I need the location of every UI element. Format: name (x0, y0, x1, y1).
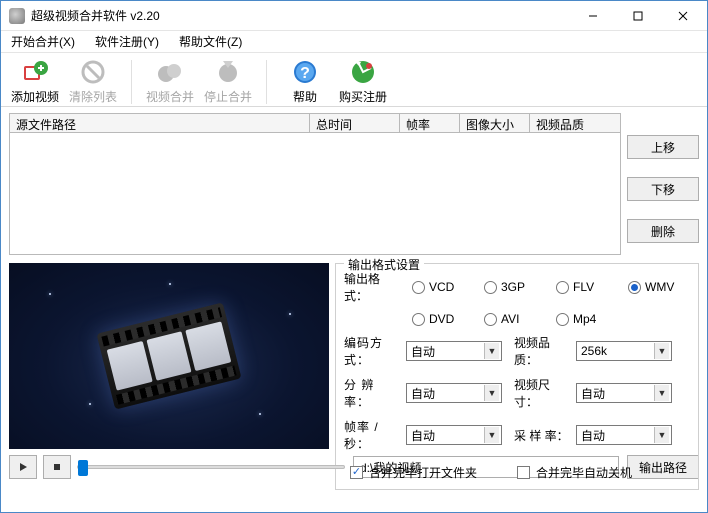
videosize-label: 视频尺寸： (514, 376, 570, 410)
col-duration[interactable]: 总时间 (309, 113, 399, 133)
window-title: 超级视频合并软件 v2.20 (31, 7, 570, 24)
col-image-size[interactable]: 图像大小 (459, 113, 529, 133)
lower-panel: 输出格式设置 输出格式： VCD 3GP FLV WMV DVD AVI Mp4 (1, 259, 707, 451)
buy-register-icon (349, 58, 377, 86)
merge-video-icon (156, 58, 184, 86)
add-video-button[interactable]: 添加视频 (11, 58, 59, 105)
help-icon: ? (291, 58, 319, 86)
fps-label: 帧率 /秒： (344, 418, 400, 452)
menu-register[interactable]: 软件注册(Y) (93, 33, 161, 50)
titlebar: 超级视频合并软件 v2.20 (1, 1, 707, 31)
checkbox-icon (350, 466, 363, 479)
format-row-1: 输出格式： VCD 3GP FLV WMV (344, 270, 690, 304)
window-controls (570, 2, 705, 30)
format-flv[interactable]: FLV (556, 280, 618, 294)
slider-thumb[interactable] (78, 460, 88, 476)
resolution-label: 分 辨 率： (344, 376, 400, 410)
filmstrip-graphic (96, 302, 241, 409)
table-body[interactable] (9, 133, 621, 255)
maximize-button[interactable] (615, 2, 660, 30)
toolbar-separator (131, 60, 132, 104)
toolbar: 添加视频 清除列表 视频合并 停止合并 ? 帮助 (1, 53, 707, 107)
clear-list-button[interactable]: 清除列表 (69, 58, 117, 105)
side-buttons: 上移 下移 删除 (627, 113, 699, 255)
svg-text:?: ? (300, 65, 310, 82)
playback-controls (9, 455, 345, 479)
format-label: 输出格式： (344, 270, 402, 304)
stop-merge-icon (214, 58, 242, 86)
chevron-down-icon: ▼ (654, 343, 669, 359)
chevron-down-icon: ▼ (484, 343, 499, 359)
samplerate-combo[interactable]: 自动▼ (576, 425, 672, 445)
resolution-row: 分 辨 率： 自动▼ 视频尺寸： 自动▼ (344, 376, 690, 410)
format-row-2: DVD AVI Mp4 (344, 312, 690, 326)
encode-row: 编码方式： 自动▼ 视频品质： 256k▼ (344, 334, 690, 368)
chevron-down-icon: ▼ (484, 385, 499, 401)
merge-video-label: 视频合并 (146, 88, 194, 105)
move-up-button[interactable]: 上移 (627, 135, 699, 159)
add-video-label: 添加视频 (11, 88, 59, 105)
encode-combo[interactable]: 自动▼ (406, 341, 502, 361)
col-source-path[interactable]: 源文件路径 (9, 113, 309, 133)
app-window: 超级视频合并软件 v2.20 开始合并(X) 软件注册(Y) 帮助文件(Z) 添… (0, 0, 708, 513)
samplerate-label: 采 样 率： (514, 427, 570, 444)
col-fps[interactable]: 帧率 (399, 113, 459, 133)
quality-label: 视频品质： (514, 334, 570, 368)
encode-label: 编码方式： (344, 334, 400, 368)
close-button[interactable] (660, 2, 705, 30)
stop-button[interactable] (43, 455, 71, 479)
chevron-down-icon: ▼ (484, 427, 499, 443)
video-preview (9, 263, 329, 449)
format-3gp[interactable]: 3GP (484, 280, 546, 294)
resolution-combo[interactable]: 自动▼ (406, 383, 502, 403)
col-video-quality[interactable]: 视频品质 (529, 113, 621, 133)
menubar: 开始合并(X) 软件注册(Y) 帮助文件(Z) (1, 31, 707, 53)
file-table: 源文件路径 总时间 帧率 图像大小 视频品质 (9, 113, 621, 255)
stop-merge-label: 停止合并 (204, 88, 252, 105)
format-dvd[interactable]: DVD (412, 312, 474, 326)
videosize-combo[interactable]: 自动▼ (576, 383, 672, 403)
merge-video-button[interactable]: 视频合并 (146, 58, 194, 105)
toolbar-separator (266, 60, 267, 104)
play-button[interactable] (9, 455, 37, 479)
delete-button[interactable]: 删除 (627, 219, 699, 243)
table-header: 源文件路径 总时间 帧率 图像大小 视频品质 (9, 113, 621, 133)
app-icon (9, 8, 25, 24)
add-video-icon (21, 58, 49, 86)
buy-register-button[interactable]: 购买注册 (339, 58, 387, 105)
menu-help[interactable]: 帮助文件(Z) (177, 33, 244, 50)
format-avi[interactable]: AVI (484, 312, 546, 326)
settings-panel: 输出格式设置 输出格式： VCD 3GP FLV WMV DVD AVI Mp4 (335, 263, 699, 449)
group-title: 输出格式设置 (344, 256, 424, 273)
buy-register-label: 购买注册 (339, 88, 387, 105)
stop-merge-button[interactable]: 停止合并 (204, 58, 252, 105)
move-down-button[interactable]: 下移 (627, 177, 699, 201)
chevron-down-icon: ▼ (654, 427, 669, 443)
output-format-group: 输出格式设置 输出格式： VCD 3GP FLV WMV DVD AVI Mp4 (335, 263, 699, 490)
format-wmv[interactable]: WMV (628, 280, 690, 294)
quality-combo[interactable]: 256k▼ (576, 341, 672, 361)
format-vcd[interactable]: VCD (412, 280, 474, 294)
open-folder-checkbox[interactable]: 合并完毕打开文件夹 (350, 464, 477, 481)
format-mp4[interactable]: Mp4 (556, 312, 618, 326)
clear-list-icon (79, 58, 107, 86)
chevron-down-icon: ▼ (654, 385, 669, 401)
shutdown-checkbox[interactable]: 合并完毕自动关机 (517, 464, 632, 481)
minimize-button[interactable] (570, 2, 615, 30)
help-label: 帮助 (293, 88, 317, 105)
clear-list-label: 清除列表 (69, 88, 117, 105)
file-list-area: 源文件路径 总时间 帧率 图像大小 视频品质 上移 下移 删除 (1, 107, 707, 259)
checkbox-icon (517, 466, 530, 479)
seek-slider[interactable] (77, 465, 345, 469)
menu-start[interactable]: 开始合并(X) (9, 33, 77, 50)
fps-combo[interactable]: 自动▼ (406, 425, 502, 445)
checkbox-row: 合并完毕打开文件夹 合并完毕自动关机 (344, 460, 690, 481)
help-button[interactable]: ? 帮助 (281, 58, 329, 105)
fps-row: 帧率 /秒： 自动▼ 采 样 率： 自动▼ (344, 418, 690, 452)
